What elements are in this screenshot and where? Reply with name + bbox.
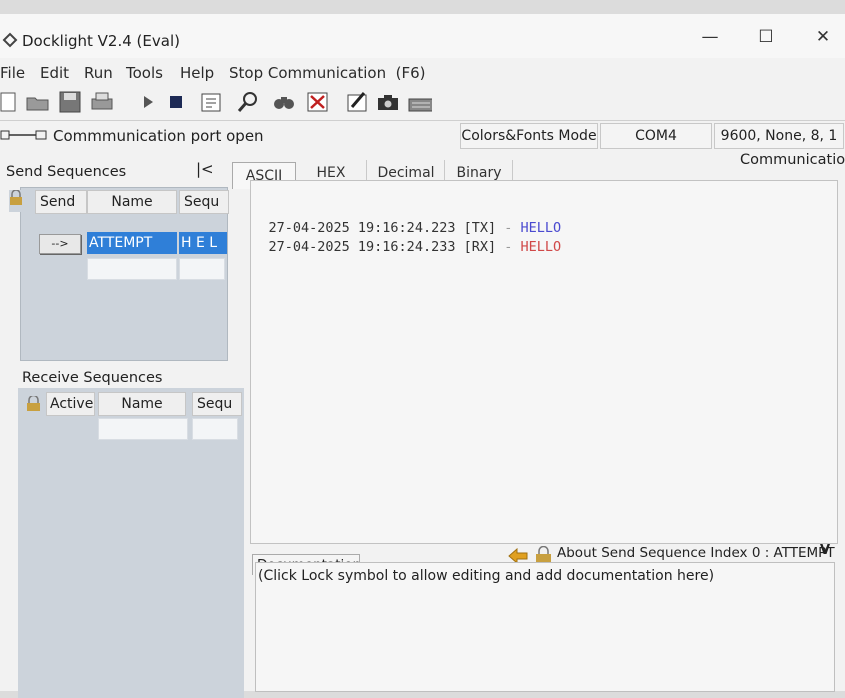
documentation-placeholder: (Click Lock symbol to allow editing and … (258, 568, 715, 584)
close-button[interactable]: ✕ (803, 22, 843, 52)
title-bar[interactable]: Docklight V2.4 (Eval) — ☐ ✕ (0, 14, 845, 58)
open-folder-icon[interactable] (26, 90, 50, 114)
search-icon[interactable] (236, 90, 260, 114)
binoculars-icon[interactable] (272, 90, 296, 114)
toolbar (0, 90, 845, 120)
print-icon[interactable] (90, 90, 114, 114)
empty-cell[interactable] (98, 418, 188, 440)
com-port-indicator: COM4 (600, 123, 712, 149)
collapse-panel-button[interactable]: |< (196, 160, 214, 178)
log-separator: - (504, 239, 513, 255)
menu-file[interactable]: File (0, 64, 25, 82)
sequence-value-cell[interactable]: H E L (179, 232, 227, 254)
lock-icon[interactable] (9, 189, 23, 212)
clear-icon[interactable] (306, 90, 330, 114)
empty-cell[interactable] (179, 258, 225, 280)
communication-label: Communication (740, 152, 845, 168)
column-send[interactable]: Send (35, 190, 87, 214)
receive-sequences-grid: Active Name Sequ (18, 388, 244, 698)
column-name[interactable]: Name (98, 392, 186, 416)
edit-icon[interactable] (346, 90, 370, 114)
minimize-button[interactable]: — (690, 22, 730, 52)
log-text: HELLO (520, 239, 562, 255)
sequence-name-cell[interactable]: ATTEMPT (87, 232, 177, 254)
send-sequences-grid: Send Name Sequ --> ATTEMPT H E L (9, 187, 229, 361)
app-logo-icon (2, 32, 18, 48)
plug-icon (0, 129, 50, 145)
window-title: Docklight V2.4 (Eval) (22, 32, 180, 50)
port-status-text: Commmunication port open (53, 127, 264, 145)
empty-cell[interactable] (87, 258, 177, 280)
new-file-icon[interactable] (0, 90, 20, 114)
send-sequence-button[interactable]: --> (39, 234, 81, 254)
column-name[interactable]: Name (87, 190, 177, 214)
maximize-button[interactable]: ☐ (746, 22, 786, 52)
table-row[interactable]: --> ATTEMPT H E L (35, 232, 227, 256)
column-active[interactable]: Active (46, 392, 95, 416)
play-icon[interactable] (136, 90, 160, 114)
menu-bar: File Edit Run Tools Help Stop Communicat… (0, 60, 845, 86)
menu-help[interactable]: Help (180, 64, 214, 82)
menu-tools[interactable]: Tools (126, 64, 163, 82)
menu-run[interactable]: Run (84, 64, 113, 82)
column-sequence[interactable]: Sequ (179, 190, 229, 214)
column-sequence[interactable]: Sequ (192, 392, 242, 416)
documentation-about-text: About Send Sequence Index 0 : ATTEMPT (557, 545, 835, 561)
expand-button[interactable]: V (820, 543, 830, 558)
app-window: Docklight V2.4 (Eval) — ☐ ✕ File Edit Ru… (0, 14, 845, 698)
log-line-rx: 27-04-2025 19:16:24.233 [RX] - HELLO (236, 223, 562, 271)
colors-fonts-mode-button[interactable]: Colors&Fonts Mode (460, 123, 598, 149)
log-timestamp: 27-04-2025 19:16:24.233 (268, 239, 456, 255)
lock-icon[interactable] (26, 394, 42, 412)
send-sequences-title: Send Sequences (6, 164, 127, 180)
status-line: Commmunication port open Colors&Fonts Mo… (0, 120, 845, 151)
menu-edit[interactable]: Edit (40, 64, 69, 82)
keyboard-icon[interactable] (408, 90, 432, 114)
camera-icon[interactable] (376, 90, 400, 114)
empty-cell[interactable] (192, 418, 238, 440)
settings-icon[interactable] (200, 90, 224, 114)
log-direction: [RX] (463, 239, 497, 255)
stop-icon[interactable] (164, 90, 188, 114)
menu-stop-communication[interactable]: Stop Communication (F6) (229, 64, 426, 82)
receive-sequences-title: Receive Sequences (22, 370, 163, 386)
save-icon[interactable] (58, 90, 82, 114)
port-settings-indicator: 9600, None, 8, 1 (714, 123, 844, 149)
send-arrow-label: --> (51, 237, 69, 250)
